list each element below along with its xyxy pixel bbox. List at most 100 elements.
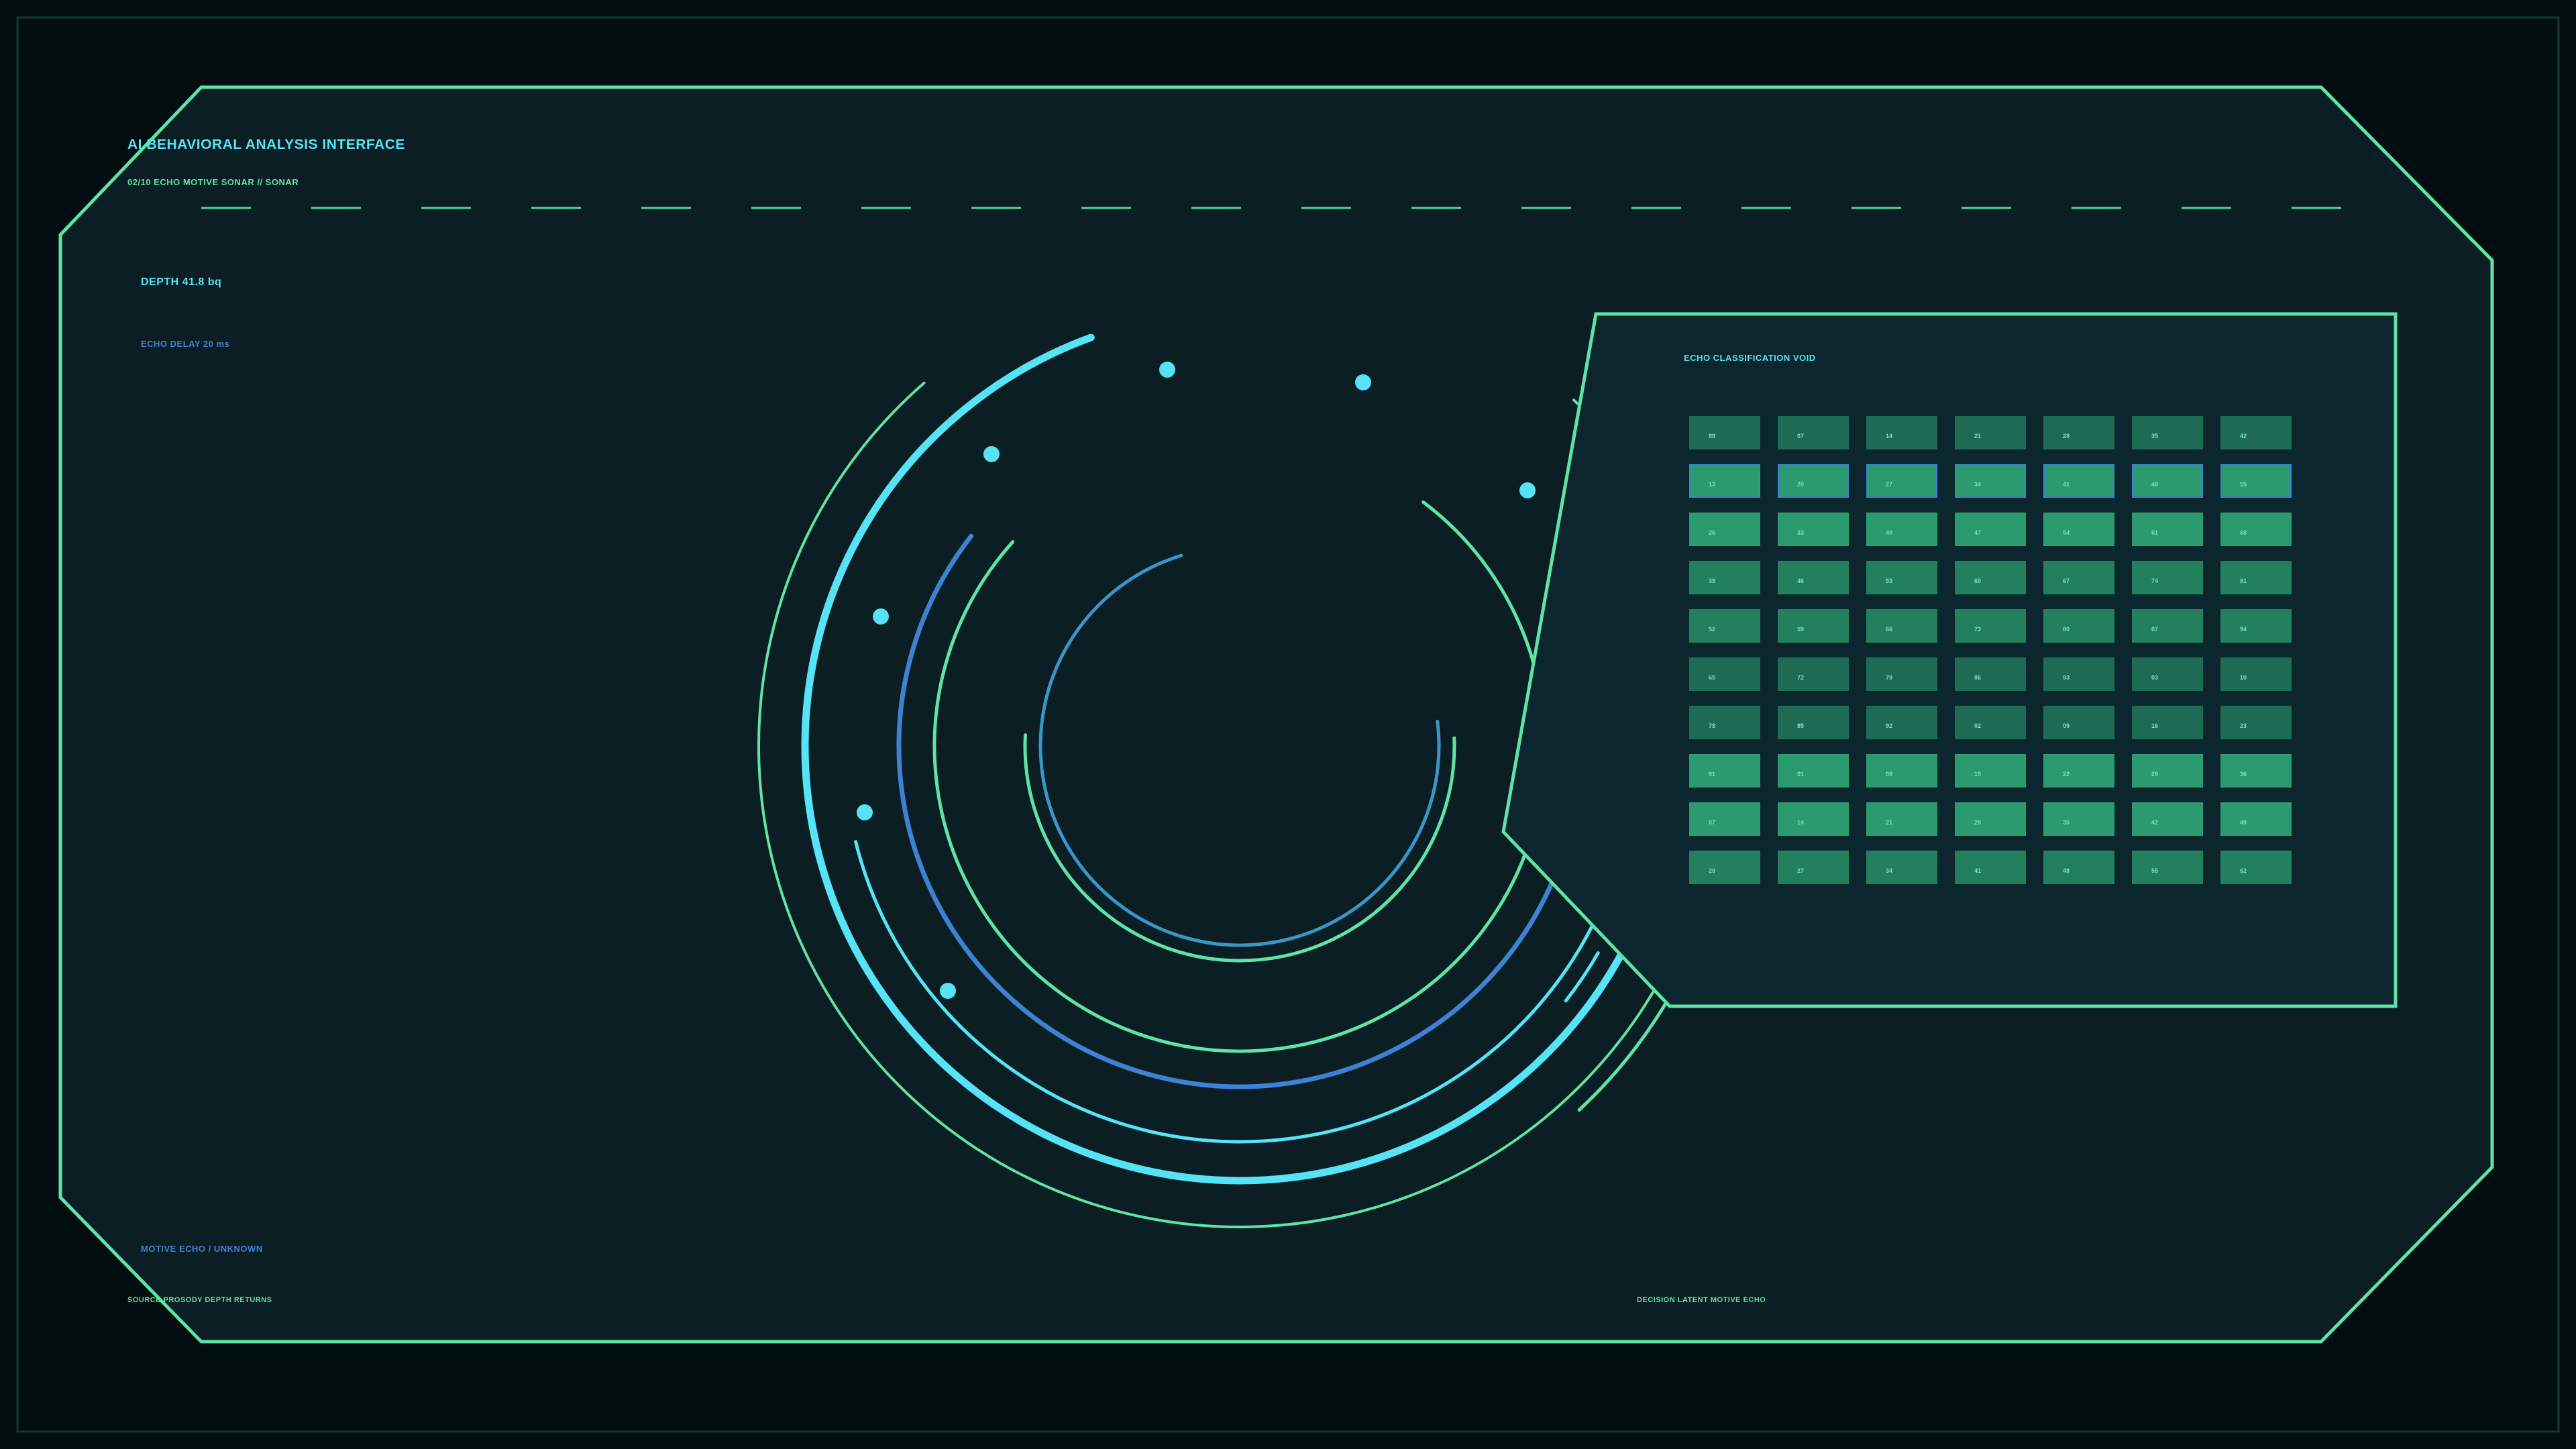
grid-cell[interactable]: 92 — [1866, 706, 1937, 739]
grid-cell[interactable]: 60 — [1955, 561, 2026, 594]
grid-cell[interactable]: 41 — [1955, 851, 2026, 884]
grid-cell[interactable]: 29 — [2132, 754, 2203, 788]
grid-cell[interactable]: 15 — [1955, 754, 2026, 788]
grid-cell[interactable]: 73 — [1955, 609, 2026, 643]
grid-cell[interactable]: 34 — [1955, 464, 2026, 498]
grid-cell-value: 59 — [1797, 626, 1805, 633]
grid-cell[interactable]: 47 — [1955, 513, 2026, 546]
grid-cell[interactable]: 72 — [1778, 657, 1849, 691]
grid-cell[interactable]: 53 — [1866, 561, 1937, 594]
grid-cell[interactable]: 85 — [1778, 706, 1849, 739]
grid-cell[interactable]: 16 — [2132, 706, 2203, 739]
grid-cell[interactable]: 94 — [2220, 609, 2292, 643]
grid-cell[interactable]: 21 — [1866, 802, 1937, 836]
grid-cell[interactable]: 26 — [1689, 513, 1760, 546]
grid-cell-value: 33 — [1797, 529, 1805, 536]
grid-cell[interactable]: 88 — [1689, 416, 1760, 449]
grid-cell[interactable]: 79 — [1866, 657, 1937, 691]
grid-cell-value: 42 — [2240, 433, 2247, 439]
grid-cell[interactable]: 33 — [1778, 513, 1849, 546]
grid-cell-value: 13 — [1709, 481, 1716, 488]
grid-cell[interactable]: 55 — [2132, 851, 2203, 884]
grid-cell[interactable]: 48 — [2043, 851, 2114, 884]
grid-cell[interactable]: 02 — [1955, 706, 2026, 739]
grid-cell[interactable]: 46 — [1778, 561, 1849, 594]
grid-cell[interactable]: 13 — [1689, 464, 1760, 498]
grid-cell[interactable]: 42 — [2132, 802, 2203, 836]
grid-cell[interactable]: 66 — [1866, 609, 1937, 643]
grid-cell-value: 65 — [1709, 674, 1716, 681]
grid-cell[interactable]: 07 — [1778, 416, 1849, 449]
grid-cell[interactable]: 36 — [2220, 754, 2292, 788]
grid-cell-value: 23 — [2240, 722, 2247, 729]
grid-cell[interactable]: 62 — [2220, 851, 2292, 884]
grid-cell[interactable]: 54 — [2043, 513, 2114, 546]
grid-cell[interactable]: 28 — [2043, 416, 2114, 449]
grid-cell-value: 73 — [1974, 626, 1982, 633]
grid-cell[interactable]: 74 — [2132, 561, 2203, 594]
grid-cell[interactable]: 65 — [1689, 657, 1760, 691]
grid-cell[interactable]: 35 — [2132, 416, 2203, 449]
contact-dot — [983, 446, 1000, 462]
grid-cell[interactable]: 80 — [2043, 609, 2114, 643]
grid-cell[interactable]: 22 — [2043, 754, 2114, 788]
grid-cell[interactable]: 34 — [1866, 851, 1937, 884]
grid-cell[interactable]: 81 — [2220, 561, 2292, 594]
grid-cell[interactable]: 52 — [1689, 609, 1760, 643]
grid-cell-value: 87 — [2151, 626, 2159, 633]
grid-cell[interactable]: 28 — [1955, 802, 2026, 836]
contact-dot — [1159, 362, 1175, 378]
grid-cell[interactable]: 27 — [1866, 464, 1937, 498]
grid-cell[interactable]: 42 — [2220, 416, 2292, 449]
grid-cell[interactable]: 40 — [1866, 513, 1937, 546]
grid-cell[interactable]: 08 — [1866, 754, 1937, 788]
grid-cell[interactable]: 23 — [2220, 706, 2292, 739]
grid-cell[interactable]: 35 — [2043, 802, 2114, 836]
grid-cell-value: 55 — [2151, 867, 2159, 874]
grid-cell-value: 92 — [1886, 722, 1893, 729]
grid-cell-value: 52 — [1709, 626, 1716, 633]
source-caption: SOURCE PROSODY DEPTH RETURNS — [127, 1296, 272, 1304]
grid-cell[interactable]: 20 — [1778, 464, 1849, 498]
page-subtitle: 02/10 ECHO MOTIVE SONAR // SONAR — [127, 177, 299, 187]
grid-cell[interactable]: 78 — [1689, 706, 1760, 739]
grid-cell[interactable]: 39 — [1689, 561, 1760, 594]
grid-cell[interactable]: 93 — [2043, 657, 2114, 691]
grid-cell-value: 14 — [1886, 433, 1893, 439]
grid-cell[interactable]: 41 — [2043, 464, 2114, 498]
grid-cell[interactable]: 49 — [2220, 802, 2292, 836]
grid-cell[interactable]: 21 — [1955, 416, 2026, 449]
grid-cell-value: 62 — [2240, 867, 2247, 874]
grid-cell[interactable]: 91 — [1689, 754, 1760, 788]
grid-cell[interactable]: 86 — [1955, 657, 2026, 691]
grid-cell[interactable]: 01 — [1778, 754, 1849, 788]
grid-cell[interactable]: 20 — [1689, 851, 1760, 884]
grid-cell[interactable]: 48 — [2132, 464, 2203, 498]
grid-cell[interactable]: 68 — [2220, 513, 2292, 546]
grid-cell[interactable]: 61 — [2132, 513, 2203, 546]
grid-cell-value: 28 — [2063, 433, 2070, 439]
grid-cell-value: 01 — [1797, 771, 1805, 777]
grid-cell[interactable]: 14 — [1866, 416, 1937, 449]
contact-dot — [857, 804, 873, 820]
grid-cell[interactable]: 10 — [2220, 657, 2292, 691]
grid-cell[interactable]: 03 — [2132, 657, 2203, 691]
grid-cell[interactable]: 87 — [2132, 609, 2203, 643]
grid-cell[interactable]: 09 — [2043, 706, 2114, 739]
grid-cell[interactable]: 67 — [2043, 561, 2114, 594]
motive-status: MOTIVE ECHO / UNKNOWN — [141, 1244, 263, 1254]
grid-cell[interactable]: 59 — [1778, 609, 1849, 643]
grid-cell[interactable]: 07 — [1689, 802, 1760, 836]
grid-cell-value: 08 — [1886, 771, 1893, 777]
grid-cell-value: 86 — [1974, 674, 1982, 681]
grid-cell[interactable]: 55 — [2220, 464, 2292, 498]
grid-cell-value: 85 — [1797, 722, 1805, 729]
decision-caption: DECISION LATENT MOTIVE ECHO — [1637, 1296, 1766, 1304]
grid-cell-value: 07 — [1709, 819, 1716, 826]
contact-dot — [873, 608, 889, 625]
grid-cell[interactable]: 14 — [1778, 802, 1849, 836]
grid-cell-value: 46 — [1797, 578, 1805, 584]
grid-cell-value: 60 — [1974, 578, 1982, 584]
depth-readout: DEPTH 41.8 bq — [141, 276, 222, 288]
grid-cell[interactable]: 27 — [1778, 851, 1849, 884]
